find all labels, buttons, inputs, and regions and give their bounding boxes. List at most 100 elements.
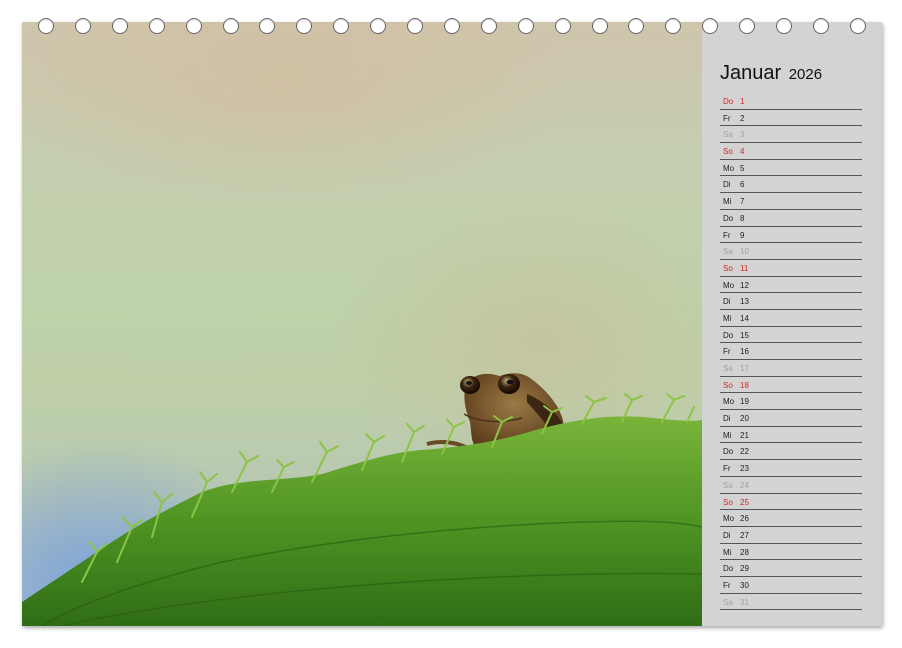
weekday-label: Mo bbox=[723, 280, 735, 290]
day-row: So 4 bbox=[720, 143, 862, 160]
day-number: 20 bbox=[740, 414, 749, 424]
binding-ring bbox=[812, 18, 829, 34]
binding-ring bbox=[665, 18, 682, 34]
weekday-label: Mo bbox=[723, 514, 735, 524]
weekday-label: Mi bbox=[723, 313, 732, 323]
day-number: 17 bbox=[740, 364, 749, 373]
day-number: 31 bbox=[740, 597, 749, 607]
day-row: Fr 9 bbox=[720, 227, 862, 244]
binding-ring bbox=[554, 18, 571, 34]
binding-ring bbox=[628, 18, 645, 34]
day-number: 25 bbox=[740, 497, 749, 507]
day-row: Mi 7 bbox=[720, 193, 862, 210]
photo-illustration bbox=[22, 373, 702, 626]
binding-ring bbox=[849, 18, 866, 34]
weekday-label: Mi bbox=[723, 197, 732, 207]
day-number: 10 bbox=[740, 247, 749, 257]
binding-ring bbox=[259, 18, 276, 34]
day-number: 26 bbox=[740, 514, 749, 524]
day-number: 28 bbox=[740, 547, 749, 557]
weekday-label: Mi bbox=[723, 547, 732, 557]
day-number: 4 bbox=[740, 147, 745, 157]
day-row: Do 1 bbox=[720, 93, 862, 110]
day-row: Di 13 bbox=[720, 293, 862, 310]
day-number: 15 bbox=[740, 330, 749, 340]
day-number: 30 bbox=[740, 580, 749, 590]
day-row: Sa 31 bbox=[720, 594, 862, 611]
day-number: 18 bbox=[740, 380, 749, 390]
binding-ring bbox=[517, 18, 534, 34]
day-row: Do 29 bbox=[720, 560, 862, 577]
weekday-label: Do bbox=[723, 330, 734, 340]
weekday-label: Sa bbox=[723, 480, 733, 490]
day-row: Sa 3 bbox=[720, 126, 862, 144]
weekday-label: Sa bbox=[723, 364, 733, 373]
month-name: Januar bbox=[720, 62, 782, 84]
binding-ring bbox=[702, 18, 719, 34]
binding-ring bbox=[296, 18, 313, 34]
calendar-sidebar: Januar 2026 Do 1 Fr 2 Sa 3 So 4 Mo 5 Di 6 Mi 7 Do 8 Fr 9 S… bbox=[702, 22, 882, 626]
weekday-label: Sa bbox=[723, 247, 733, 257]
weekday-label: Do bbox=[723, 564, 734, 574]
weekday-label: Fr bbox=[723, 113, 731, 123]
day-row: Fr 23 bbox=[720, 460, 862, 477]
day-row: Mi 21 bbox=[720, 427, 862, 444]
weekday-label: So bbox=[723, 380, 733, 390]
day-row: Mo 19 bbox=[720, 393, 862, 411]
weekday-label: Do bbox=[723, 97, 734, 106]
weekday-label: Fr bbox=[723, 230, 731, 240]
binding-ring bbox=[333, 18, 350, 34]
weekday-label: So bbox=[723, 497, 733, 507]
day-number: 8 bbox=[740, 213, 745, 223]
day-number: 5 bbox=[740, 163, 745, 173]
day-row: So 18 bbox=[720, 377, 862, 394]
day-number: 21 bbox=[740, 430, 749, 440]
day-number: 9 bbox=[740, 230, 745, 240]
weekday-label: Sa bbox=[723, 130, 733, 140]
weekday-label: Fr bbox=[723, 580, 731, 590]
weekday-label: Di bbox=[723, 530, 731, 540]
day-row: Do 8 bbox=[720, 210, 862, 227]
binding-ring bbox=[148, 18, 165, 34]
binding-ring bbox=[739, 18, 756, 34]
day-row: So 11 bbox=[720, 260, 862, 277]
day-row: Mi 28 bbox=[720, 544, 862, 561]
day-row: Sa 10 bbox=[720, 243, 862, 260]
day-number: 16 bbox=[740, 347, 749, 357]
binding-ring bbox=[407, 18, 423, 34]
day-row: Fr 16 bbox=[720, 343, 862, 360]
weekday-label: Mo bbox=[723, 163, 735, 173]
day-number: 23 bbox=[740, 464, 749, 474]
binding-ring bbox=[370, 18, 387, 34]
day-number: 1 bbox=[740, 97, 745, 106]
day-row: Mi 14 bbox=[720, 310, 862, 327]
weekday-label: Fr bbox=[723, 464, 731, 474]
binding-ring bbox=[38, 18, 54, 34]
binding-ring bbox=[111, 18, 128, 34]
year-label: 2026 bbox=[788, 66, 823, 83]
day-number: 22 bbox=[740, 447, 749, 457]
binding-rings bbox=[0, 18, 902, 38]
calendar-page: Januar 2026 Do 1 Fr 2 Sa 3 So 4 Mo 5 Di 6 Mi 7 Do 8 Fr 9 S… bbox=[22, 22, 882, 626]
weekday-label: Di bbox=[723, 180, 731, 190]
binding-ring bbox=[185, 18, 202, 34]
day-number: 13 bbox=[740, 297, 749, 307]
day-number: 12 bbox=[740, 280, 749, 290]
day-row: Do 15 bbox=[720, 327, 862, 344]
day-number: 27 bbox=[740, 530, 749, 540]
day-number: 2 bbox=[740, 113, 745, 123]
day-number: 7 bbox=[740, 197, 745, 207]
weekday-label: So bbox=[723, 147, 733, 157]
day-number: 11 bbox=[740, 263, 749, 273]
day-number: 14 bbox=[740, 313, 749, 323]
weekday-label: Mi bbox=[723, 430, 732, 440]
day-number: 29 bbox=[740, 564, 749, 574]
day-row: So 25 bbox=[720, 494, 862, 511]
weekday-label: Di bbox=[723, 297, 731, 307]
day-row: Di 27 bbox=[720, 527, 862, 544]
binding-ring bbox=[443, 18, 460, 34]
month-title: Januar 2026 bbox=[720, 62, 822, 85]
day-number: 19 bbox=[740, 397, 749, 407]
day-row: Mo 5 bbox=[720, 160, 862, 177]
day-number: 24 bbox=[740, 480, 749, 490]
